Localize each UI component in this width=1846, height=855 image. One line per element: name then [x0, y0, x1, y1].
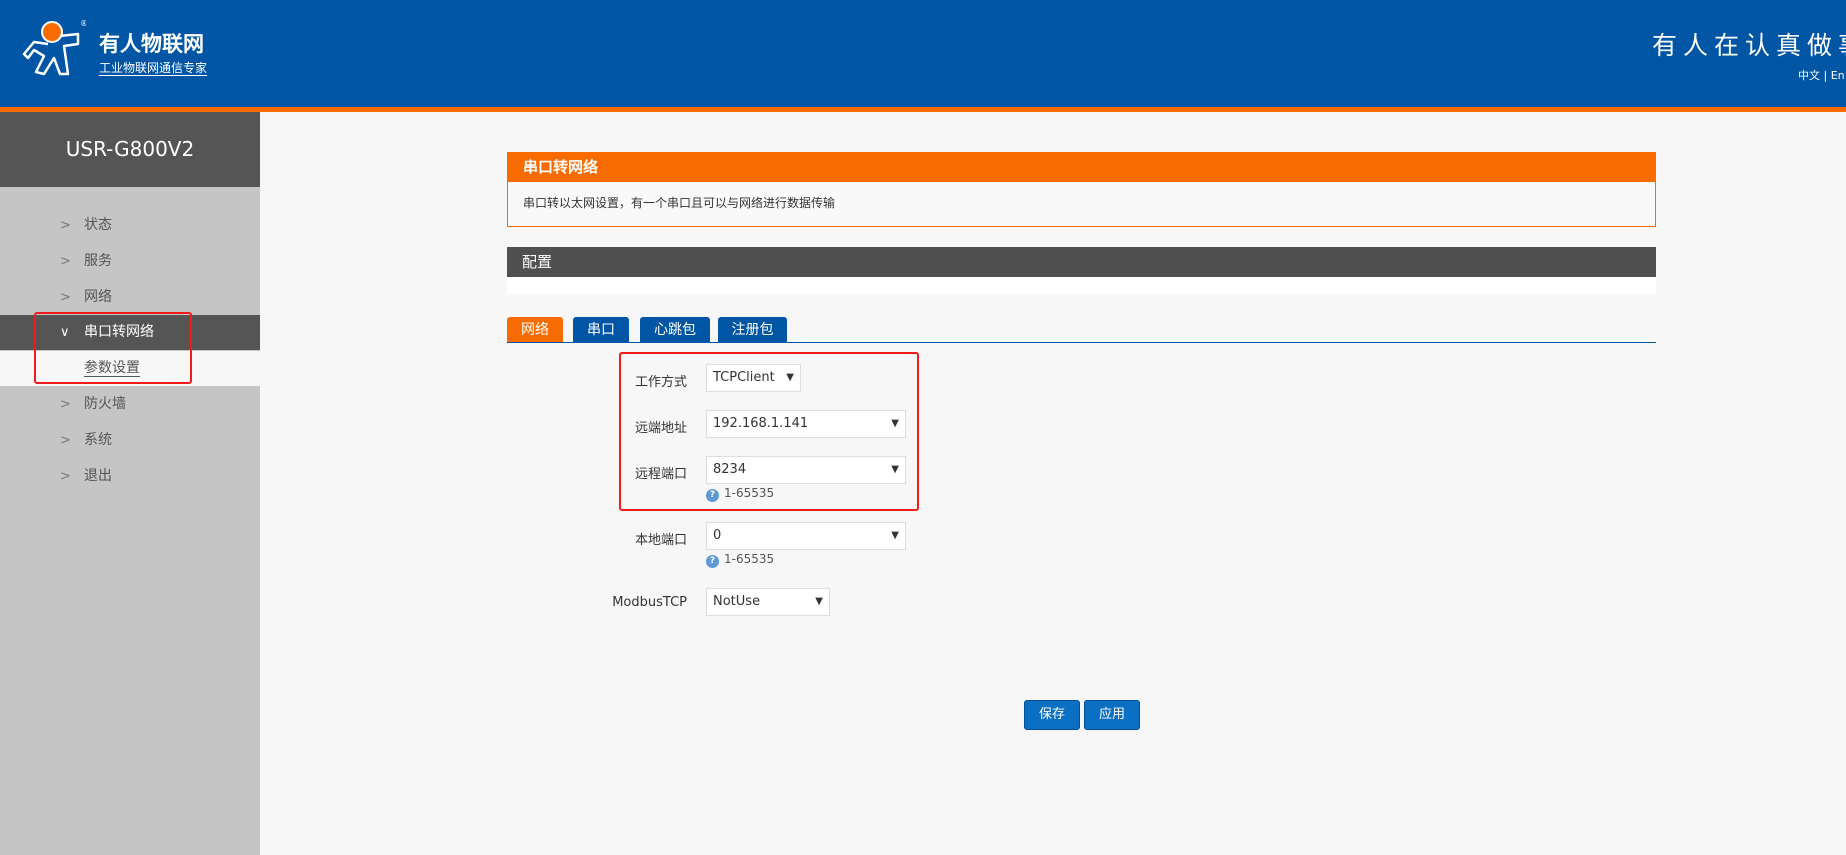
chevron-right-icon: > — [60, 469, 71, 484]
local-port-value: 0 — [713, 528, 722, 543]
dropdown-arrow-icon: ▼ — [786, 372, 794, 383]
dropdown-arrow-icon: ▼ — [891, 418, 899, 429]
sidebar: USR-G800V2 > 状态 > 服务 > 网络 ∨ 串口转网络 参数设置 > 防火墙 … — [0, 112, 260, 855]
remote-port-hint: ? 1-65535 — [706, 486, 774, 502]
remote-address-value: 192.168.1.141 — [713, 416, 809, 431]
chevron-right-icon: > — [60, 433, 71, 448]
remote-address-label: 远端地址 — [634, 421, 687, 436]
help-icon[interactable]: ? — [706, 489, 719, 502]
header: ® 有人物联网 工业物联网通信专家 有人在认真做事 中文 | En — [0, 0, 1846, 107]
remote-port-label: 远程端口 — [634, 467, 687, 482]
chevron-right-icon: > — [60, 218, 71, 233]
work-mode-label: 工作方式 — [634, 375, 687, 390]
sidebar-item-label: 网络 — [84, 289, 112, 305]
config-panel: 配置 — [507, 247, 1656, 294]
save-button[interactable]: 保存 — [1024, 700, 1080, 730]
sidebar-item-status[interactable]: > 状态 — [0, 208, 260, 243]
brand-name: 有人物联网 — [99, 32, 204, 56]
local-port-select[interactable]: 0 ▼ — [706, 522, 906, 550]
work-mode-value: TCPClient — [713, 370, 775, 385]
local-port-hint: ? 1-65535 — [706, 552, 774, 568]
remote-port-value: 8234 — [713, 462, 747, 477]
tab-serial[interactable]: 串口 — [573, 317, 629, 343]
tab-heartbeat[interactable]: 心跳包 — [640, 317, 710, 343]
dropdown-arrow-icon: ▼ — [891, 530, 899, 541]
sidebar-item-network[interactable]: > 网络 — [0, 280, 260, 315]
sidebar-item-label: 系统 — [84, 432, 112, 448]
work-mode-select[interactable]: TCPClient ▼ — [706, 364, 801, 392]
tab-network[interactable]: 网络 — [507, 317, 563, 343]
apply-button[interactable]: 应用 — [1084, 700, 1140, 730]
config-title: 配置 — [507, 247, 1656, 277]
sidebar-item-firewall[interactable]: > 防火墙 — [0, 387, 260, 422]
intro-description: 串口转以太网设置，有一个串口且可以与网络进行数据传输 — [523, 196, 836, 210]
local-port-hint-text: 1-65535 — [724, 552, 775, 566]
dropdown-arrow-icon: ▼ — [815, 596, 823, 607]
sidebar-item-logout[interactable]: > 退出 — [0, 459, 260, 494]
slogan: 有人在认真做事 — [1652, 31, 1846, 60]
remote-port-select[interactable]: 8234 ▼ — [706, 456, 906, 484]
remote-port-hint-text: 1-65535 — [724, 486, 775, 500]
sidebar-item-label: 服务 — [84, 253, 112, 269]
device-model: USR-G800V2 — [0, 112, 260, 187]
sidebar-item-label: 退出 — [84, 468, 112, 484]
usr-logo-icon: ® — [22, 19, 86, 76]
brand-tagline: 工业物联网通信专家 — [99, 61, 208, 76]
local-port-label: 本地端口 — [634, 533, 687, 548]
remote-address-select[interactable]: 192.168.1.141 ▼ — [706, 410, 906, 438]
sidebar-highlight-box — [34, 312, 192, 384]
chevron-right-icon: > — [60, 290, 71, 305]
intro-panel: 串口转网络 串口转以太网设置，有一个串口且可以与网络进行数据传输 — [507, 152, 1656, 227]
modbus-tcp-value: NotUse — [713, 594, 761, 609]
sidebar-item-system[interactable]: > 系统 — [0, 423, 260, 458]
intro-title: 串口转网络 — [508, 153, 1655, 182]
sidebar-item-services[interactable]: > 服务 — [0, 244, 260, 279]
modbus-tcp-select[interactable]: NotUse ▼ — [706, 588, 830, 616]
tab-registration[interactable]: 注册包 — [718, 317, 787, 343]
svg-text:®: ® — [80, 19, 86, 28]
dropdown-arrow-icon: ▼ — [891, 464, 899, 475]
modbus-tcp-label: ModbusTCP — [612, 595, 687, 610]
sidebar-item-label: 防火墙 — [84, 396, 126, 412]
help-icon[interactable]: ? — [706, 555, 719, 568]
tab-underline — [507, 342, 1656, 343]
language-switch[interactable]: 中文 | En — [1798, 67, 1845, 83]
chevron-right-icon: > — [60, 397, 71, 412]
sidebar-item-label: 状态 — [84, 217, 112, 233]
chevron-right-icon: > — [60, 254, 71, 269]
header-divider — [0, 107, 1846, 112]
